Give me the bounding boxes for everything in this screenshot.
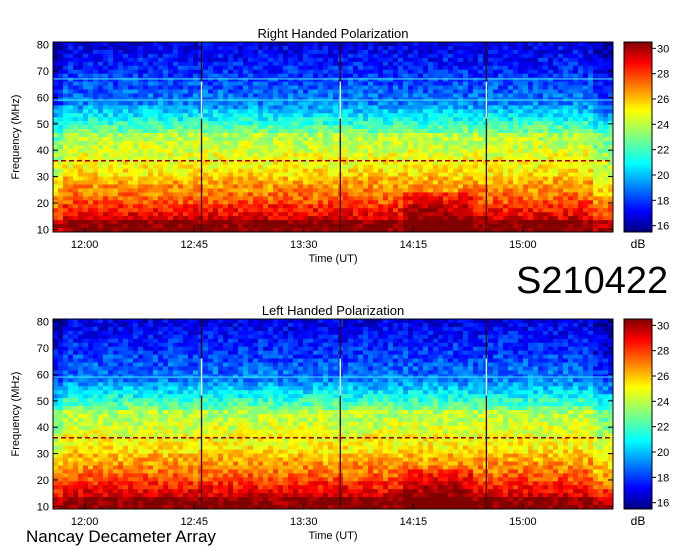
- colorbar-tick-label: 16: [657, 221, 669, 233]
- colorbar-tick-label: 24: [657, 119, 669, 131]
- colorbar: 16 18 20 22 24 26 28 30 dB: [623, 41, 669, 251]
- instrument-name: Nancay Decameter Array: [26, 527, 216, 546]
- x-axis-label: Time (UT): [308, 530, 357, 542]
- colorbar-tick-label: 16: [657, 498, 669, 510]
- panel-title: Right Handed Polarization: [257, 26, 408, 41]
- panel-title: Left Handed Polarization: [262, 303, 404, 318]
- y-tick-label: 70: [37, 66, 49, 78]
- panel-right-polarization: Right Handed Polarization 10 20 30 40 50 60 70…: [10, 26, 669, 265]
- y-tick-label: 40: [37, 422, 49, 434]
- colorbar-tick-label: 30: [657, 320, 669, 332]
- x-tick-label: 15:00: [509, 516, 537, 528]
- y-tick-label: 80: [37, 40, 49, 52]
- colorbar-tick-label: 26: [657, 94, 669, 106]
- y-tick-label: 30: [37, 449, 49, 461]
- colorbar-tick-label: 20: [657, 170, 669, 182]
- y-tick-label: 50: [37, 396, 49, 408]
- colorbar-tick-label: 22: [657, 145, 669, 157]
- spectrogram-image: [53, 319, 613, 509]
- spectrogram-image: [53, 42, 613, 232]
- colorbar-tick-label: 18: [657, 195, 669, 207]
- colorbar-label: dB: [631, 514, 646, 528]
- y-tick-label: 10: [37, 501, 49, 513]
- colorbar-tick-label: 22: [657, 422, 669, 434]
- colorbar: 16 18 20 22 24 26 28 30 dB: [623, 318, 669, 528]
- y-tick-label: 50: [37, 119, 49, 131]
- observation-code: S210422: [516, 260, 669, 302]
- x-tick-label: 14:15: [400, 516, 428, 528]
- y-tick-label: 20: [37, 198, 49, 210]
- y-tick-label: 70: [37, 343, 49, 355]
- colorbar-label: dB: [631, 237, 646, 251]
- y-axis-label: Frequency (MHz): [10, 372, 22, 457]
- colorbar-scale: [623, 41, 653, 233]
- x-tick-label: 13:30: [290, 516, 318, 528]
- x-tick-label: 15:00: [509, 239, 537, 251]
- colorbar-tick-label: 24: [657, 396, 669, 408]
- y-tick-label: 30: [37, 172, 49, 184]
- y-tick-label: 80: [37, 317, 49, 329]
- y-tick-label: 60: [37, 92, 49, 104]
- y-tick-label: 40: [37, 145, 49, 157]
- x-tick-label: 12:45: [180, 239, 208, 251]
- panel-left-polarization: Left Handed Polarization 10 20 30 40 50 60 70 8…: [10, 303, 669, 542]
- y-tick-label: 60: [37, 369, 49, 381]
- y-tick-label: 20: [37, 475, 49, 487]
- x-tick-label: 12:00: [71, 239, 99, 251]
- colorbar-scale: [623, 318, 653, 510]
- y-axis-label: Frequency (MHz): [10, 95, 22, 180]
- x-axis-label: Time (UT): [308, 253, 357, 265]
- x-tick-label: 14:15: [400, 239, 428, 251]
- colorbar-tick-label: 18: [657, 472, 669, 484]
- colorbar-tick-label: 26: [657, 371, 669, 383]
- colorbar-tick-label: 20: [657, 447, 669, 459]
- colorbar-tick-label: 28: [657, 69, 669, 81]
- x-tick-label: 13:30: [290, 239, 318, 251]
- colorbar-tick-label: 30: [657, 43, 669, 55]
- colorbar-tick-label: 28: [657, 346, 669, 358]
- y-tick-label: 10: [37, 224, 49, 236]
